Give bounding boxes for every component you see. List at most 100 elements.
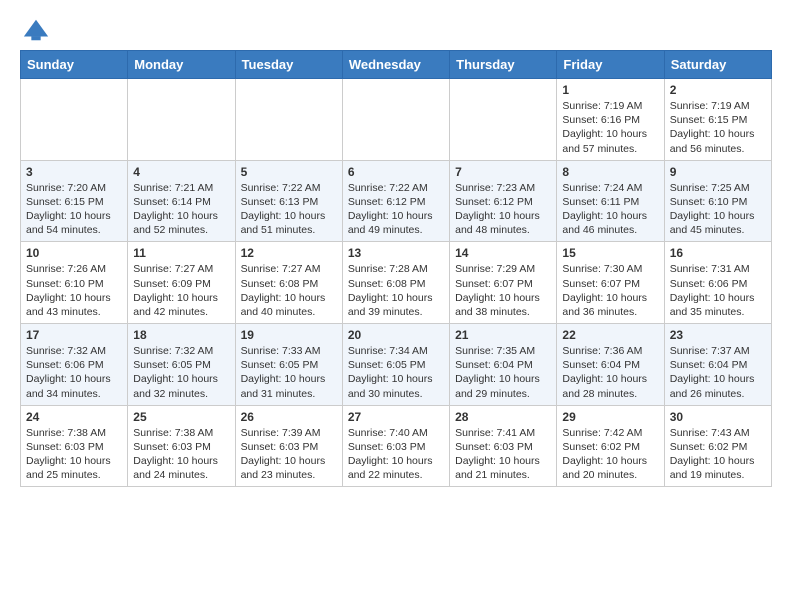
- logo: [20, 16, 50, 40]
- calendar-cell: [21, 79, 128, 161]
- calendar-cell: 3 Sunrise: 7:20 AMSunset: 6:15 PMDaylight…: [21, 160, 128, 242]
- week-row-1: 1 Sunrise: 7:19 AMSunset: 6:16 PMDaylight…: [21, 79, 772, 161]
- day-number: 2: [670, 83, 766, 97]
- day-info: Sunrise: 7:43 AMSunset: 6:02 PMDaylight:…: [670, 426, 766, 483]
- day-info: Sunrise: 7:20 AMSunset: 6:15 PMDaylight:…: [26, 181, 122, 238]
- day-info: Sunrise: 7:24 AMSunset: 6:11 PMDaylight:…: [562, 181, 658, 238]
- day-info: Sunrise: 7:34 AMSunset: 6:05 PMDaylight:…: [348, 344, 444, 401]
- day-number: 20: [348, 328, 444, 342]
- calendar-cell: 11 Sunrise: 7:27 AMSunset: 6:09 PMDayligh…: [128, 242, 235, 324]
- calendar: SundayMondayTuesdayWednesdayThursdayFrid…: [20, 50, 772, 487]
- day-number: 15: [562, 246, 658, 260]
- day-info: Sunrise: 7:40 AMSunset: 6:03 PMDaylight:…: [348, 426, 444, 483]
- day-number: 16: [670, 246, 766, 260]
- day-info: Sunrise: 7:22 AMSunset: 6:13 PMDaylight:…: [241, 181, 337, 238]
- calendar-cell: 12 Sunrise: 7:27 AMSunset: 6:08 PMDayligh…: [235, 242, 342, 324]
- calendar-cell: 30Sunrise: 7:43 AMSunset: 6:02 PMDayligh…: [664, 405, 771, 487]
- calendar-cell: 9 Sunrise: 7:25 AMSunset: 6:10 PMDaylight…: [664, 160, 771, 242]
- calendar-cell: 20 Sunrise: 7:34 AMSunset: 6:05 PMDayligh…: [342, 324, 449, 406]
- calendar-cell: [128, 79, 235, 161]
- calendar-cell: 26 Sunrise: 7:39 AMSunset: 6:03 PMDayligh…: [235, 405, 342, 487]
- logo-icon: [22, 16, 50, 44]
- day-info: Sunrise: 7:22 AMSunset: 6:12 PMDaylight:…: [348, 181, 444, 238]
- calendar-cell: 16 Sunrise: 7:31 AMSunset: 6:06 PMDayligh…: [664, 242, 771, 324]
- day-info: Sunrise: 7:30 AMSunset: 6:07 PMDaylight:…: [562, 262, 658, 319]
- calendar-cell: 22 Sunrise: 7:36 AMSunset: 6:04 PMDayligh…: [557, 324, 664, 406]
- calendar-cell: 1 Sunrise: 7:19 AMSunset: 6:16 PMDaylight…: [557, 79, 664, 161]
- day-number: 13: [348, 246, 444, 260]
- day-info: Sunrise: 7:36 AMSunset: 6:04 PMDaylight:…: [562, 344, 658, 401]
- logo-text: [20, 16, 50, 44]
- calendar-cell: 19 Sunrise: 7:33 AMSunset: 6:05 PMDayligh…: [235, 324, 342, 406]
- calendar-cell: 4 Sunrise: 7:21 AMSunset: 6:14 PMDaylight…: [128, 160, 235, 242]
- day-info: Sunrise: 7:27 AMSunset: 6:09 PMDaylight:…: [133, 262, 229, 319]
- day-number: 11: [133, 246, 229, 260]
- day-info: Sunrise: 7:21 AMSunset: 6:14 PMDaylight:…: [133, 181, 229, 238]
- calendar-cell: 28Sunrise: 7:41 AMSunset: 6:03 PMDayligh…: [450, 405, 557, 487]
- day-number: 23: [670, 328, 766, 342]
- day-number: 5: [241, 165, 337, 179]
- weekday-header-thursday: Thursday: [450, 51, 557, 79]
- day-number: 4: [133, 165, 229, 179]
- calendar-cell: 14 Sunrise: 7:29 AMSunset: 6:07 PMDayligh…: [450, 242, 557, 324]
- day-info: Sunrise: 7:35 AMSunset: 6:04 PMDaylight:…: [455, 344, 551, 401]
- calendar-cell: 2 Sunrise: 7:19 AMSunset: 6:15 PMDaylight…: [664, 79, 771, 161]
- day-number: 3: [26, 165, 122, 179]
- day-number: 19: [241, 328, 337, 342]
- day-number: 14: [455, 246, 551, 260]
- day-number: 29: [562, 410, 658, 424]
- day-number: 12: [241, 246, 337, 260]
- week-row-3: 10 Sunrise: 7:26 AMSunset: 6:10 PMDayligh…: [21, 242, 772, 324]
- weekday-header-saturday: Saturday: [664, 51, 771, 79]
- header: [20, 16, 772, 40]
- calendar-cell: 8Sunrise: 7:24 AMSunset: 6:11 PMDaylight…: [557, 160, 664, 242]
- calendar-cell: 21Sunrise: 7:35 AMSunset: 6:04 PMDayligh…: [450, 324, 557, 406]
- weekday-header-tuesday: Tuesday: [235, 51, 342, 79]
- day-info: Sunrise: 7:26 AMSunset: 6:10 PMDaylight:…: [26, 262, 122, 319]
- calendar-cell: [450, 79, 557, 161]
- week-row-5: 24 Sunrise: 7:38 AMSunset: 6:03 PMDayligh…: [21, 405, 772, 487]
- day-info: Sunrise: 7:42 AMSunset: 6:02 PMDaylight:…: [562, 426, 658, 483]
- day-info: Sunrise: 7:33 AMSunset: 6:05 PMDaylight:…: [241, 344, 337, 401]
- calendar-cell: 15 Sunrise: 7:30 AMSunset: 6:07 PMDayligh…: [557, 242, 664, 324]
- calendar-cell: [235, 79, 342, 161]
- calendar-cell: 25 Sunrise: 7:38 AMSunset: 6:03 PMDayligh…: [128, 405, 235, 487]
- day-info: Sunrise: 7:37 AMSunset: 6:04 PMDaylight:…: [670, 344, 766, 401]
- calendar-cell: 18Sunrise: 7:32 AMSunset: 6:05 PMDayligh…: [128, 324, 235, 406]
- calendar-cell: 29 Sunrise: 7:42 AMSunset: 6:02 PMDayligh…: [557, 405, 664, 487]
- day-info: Sunrise: 7:38 AMSunset: 6:03 PMDaylight:…: [26, 426, 122, 483]
- week-row-4: 17Sunrise: 7:32 AMSunset: 6:06 PMDayligh…: [21, 324, 772, 406]
- calendar-cell: 13Sunrise: 7:28 AMSunset: 6:08 PMDayligh…: [342, 242, 449, 324]
- day-info: Sunrise: 7:23 AMSunset: 6:12 PMDaylight:…: [455, 181, 551, 238]
- day-number: 18: [133, 328, 229, 342]
- weekday-header-wednesday: Wednesday: [342, 51, 449, 79]
- day-number: 26: [241, 410, 337, 424]
- day-number: 1: [562, 83, 658, 97]
- day-number: 24: [26, 410, 122, 424]
- day-info: Sunrise: 7:31 AMSunset: 6:06 PMDaylight:…: [670, 262, 766, 319]
- day-number: 7: [455, 165, 551, 179]
- day-number: 25: [133, 410, 229, 424]
- calendar-cell: 23 Sunrise: 7:37 AMSunset: 6:04 PMDayligh…: [664, 324, 771, 406]
- day-info: Sunrise: 7:39 AMSunset: 6:03 PMDaylight:…: [241, 426, 337, 483]
- day-number: 22: [562, 328, 658, 342]
- calendar-cell: [342, 79, 449, 161]
- day-info: Sunrise: 7:19 AMSunset: 6:15 PMDaylight:…: [670, 99, 766, 156]
- day-info: Sunrise: 7:19 AMSunset: 6:16 PMDaylight:…: [562, 99, 658, 156]
- page: SundayMondayTuesdayWednesdayThursdayFrid…: [0, 0, 792, 503]
- day-info: Sunrise: 7:25 AMSunset: 6:10 PMDaylight:…: [670, 181, 766, 238]
- day-number: 6: [348, 165, 444, 179]
- day-info: Sunrise: 7:32 AMSunset: 6:06 PMDaylight:…: [26, 344, 122, 401]
- calendar-cell: 17Sunrise: 7:32 AMSunset: 6:06 PMDayligh…: [21, 324, 128, 406]
- day-number: 9: [670, 165, 766, 179]
- day-info: Sunrise: 7:41 AMSunset: 6:03 PMDaylight:…: [455, 426, 551, 483]
- day-info: Sunrise: 7:29 AMSunset: 6:07 PMDaylight:…: [455, 262, 551, 319]
- day-info: Sunrise: 7:27 AMSunset: 6:08 PMDaylight:…: [241, 262, 337, 319]
- weekday-header-row: SundayMondayTuesdayWednesdayThursdayFrid…: [21, 51, 772, 79]
- calendar-cell: 6 Sunrise: 7:22 AMSunset: 6:12 PMDaylight…: [342, 160, 449, 242]
- day-info: Sunrise: 7:38 AMSunset: 6:03 PMDaylight:…: [133, 426, 229, 483]
- day-number: 10: [26, 246, 122, 260]
- calendar-cell: 7 Sunrise: 7:23 AMSunset: 6:12 PMDaylight…: [450, 160, 557, 242]
- calendar-cell: 5 Sunrise: 7:22 AMSunset: 6:13 PMDaylight…: [235, 160, 342, 242]
- calendar-cell: 10 Sunrise: 7:26 AMSunset: 6:10 PMDayligh…: [21, 242, 128, 324]
